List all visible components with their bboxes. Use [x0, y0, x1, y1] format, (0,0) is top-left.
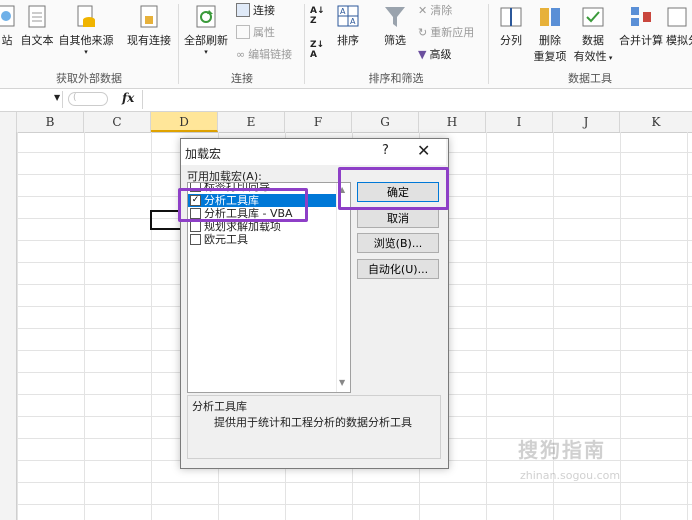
from-web-button[interactable]: 站	[0, 4, 20, 48]
highlight-ok-button	[338, 167, 449, 210]
database-icon	[77, 5, 95, 27]
list-item[interactable]: 欧元工具	[188, 233, 336, 246]
remove-duplicates-button[interactable]: 删除 重复项	[532, 4, 568, 64]
description-text: 提供用于统计和工程分析的数据分析工具	[214, 416, 412, 429]
select-all-corner[interactable]	[0, 112, 17, 132]
consolidate-icon	[631, 7, 651, 26]
svg-text:A: A	[350, 17, 356, 26]
data-validation-button[interactable]: 数据 有效性 ▾	[572, 4, 614, 64]
reapply-icon: ↻	[418, 25, 428, 39]
text-to-columns-button[interactable]: 分列	[494, 4, 528, 48]
ribbon: 站 自文本 自其他来源 ▾ 现有连接 获取外部数据 全部刷新 ▾ 连接 属性 ∞…	[0, 0, 692, 89]
cancel-button[interactable]: 取消	[357, 208, 439, 228]
text-file-icon	[28, 5, 46, 28]
sort-az-button[interactable]: A↓ Z	[310, 6, 325, 26]
sort-button[interactable]: AA 排序	[334, 4, 362, 48]
clear-filter-icon: ✕	[418, 3, 428, 17]
name-box-dropdown-icon[interactable]: ▼	[54, 93, 60, 102]
column-header-c[interactable]: C	[84, 112, 151, 132]
column-header-f[interactable]: F	[285, 112, 352, 132]
row-header-column	[0, 132, 17, 520]
formula-bar-handle[interactable]: (	[68, 92, 108, 106]
watermark-logo-text: 搜狗指南	[518, 438, 606, 462]
what-if-icon	[667, 7, 687, 27]
column-header-d[interactable]: D	[151, 112, 218, 132]
dialog-title: 加载宏	[185, 147, 222, 161]
connections-file-icon	[140, 5, 158, 28]
reapply-button[interactable]: ↻ 重新应用	[418, 24, 474, 40]
column-header-e[interactable]: E	[218, 112, 285, 132]
web-icon	[0, 5, 15, 27]
link-icon: ∞	[236, 47, 246, 61]
existing-connections-button[interactable]: 现有连接	[124, 4, 174, 48]
column-header-h[interactable]: H	[419, 112, 486, 132]
checkbox[interactable]	[190, 221, 201, 232]
group-label-sort-filter: 排序和筛选	[368, 72, 424, 85]
column-header-b[interactable]: B	[17, 112, 84, 132]
automation-button[interactable]: 自动化(U)...	[357, 259, 439, 279]
dropdown-arrow-icon: ▾	[606, 54, 613, 62]
column-header-j[interactable]: J	[553, 112, 620, 132]
data-validation-icon	[582, 7, 604, 27]
sort-dialog-icon: AA	[337, 5, 359, 27]
refresh-all-button[interactable]: 全部刷新 ▾	[182, 4, 230, 56]
from-text-button[interactable]: 自文本	[20, 4, 54, 48]
insert-function-icon[interactable]: fx	[122, 91, 134, 105]
group-label-data-tools: 数据工具	[568, 72, 612, 85]
sort-za-button[interactable]: Z↓ A	[310, 40, 324, 60]
group-label-get-external: 获取外部数据	[56, 72, 122, 85]
svg-text:A: A	[340, 7, 346, 16]
list-scrollbar[interactable]: ▲ ▼	[336, 183, 350, 392]
formula-input[interactable]	[142, 90, 692, 109]
clear-button[interactable]: ✕ 清除	[418, 2, 452, 18]
sort-descending-icon: Z↓ A	[310, 40, 325, 60]
advanced-filter-icon: ▼	[418, 47, 427, 61]
description-title: 分析工具库	[192, 400, 247, 413]
highlight-analysis-toolpak	[178, 188, 308, 222]
advanced-filter-button[interactable]: ▼ 高级	[418, 46, 451, 62]
column-header-k[interactable]: K	[620, 112, 692, 132]
sort-ascending-icon: A↓ Z	[310, 6, 325, 26]
close-icon[interactable]: ✕	[417, 141, 430, 160]
filter-funnel-icon	[385, 7, 405, 27]
edit-links-button[interactable]: ∞ 编辑链接	[236, 46, 292, 62]
formula-bar: ▼ ( fx	[0, 89, 692, 112]
column-header-row: B C D E F G H I J K	[0, 112, 692, 133]
properties-button[interactable]: 属性	[236, 24, 275, 40]
watermark-url: zhinan.sogou.com	[520, 469, 621, 482]
refresh-icon	[196, 5, 216, 28]
connections-icon	[236, 3, 250, 17]
dropdown-arrow-icon: ▾	[204, 48, 208, 56]
dialog-title-bar[interactable]: 加载宏 ? ✕	[181, 139, 446, 165]
scroll-down-icon[interactable]: ▼	[339, 378, 345, 387]
remove-duplicates-icon	[540, 8, 560, 26]
group-separator	[488, 4, 489, 84]
column-header-i[interactable]: I	[486, 112, 553, 132]
group-separator	[178, 4, 179, 84]
checkbox[interactable]	[190, 234, 201, 245]
split-columns-icon	[500, 7, 522, 27]
watermark: 搜狗指南 zhinan.sogou.com	[518, 434, 620, 482]
dropdown-arrow-icon: ▾	[84, 48, 88, 56]
group-separator	[304, 4, 305, 84]
consolidate-button[interactable]: 合并计算	[618, 4, 664, 48]
filter-button[interactable]: 筛选	[378, 4, 412, 48]
group-label-connections: 连接	[231, 72, 253, 85]
column-header-g[interactable]: G	[352, 112, 419, 132]
what-if-analysis-button[interactable]: 模拟分	[666, 4, 692, 48]
browse-button[interactable]: 浏览(B)...	[357, 233, 439, 253]
properties-icon	[236, 25, 250, 39]
help-icon[interactable]: ?	[382, 143, 389, 158]
from-other-sources-button[interactable]: 自其他来源 ▾	[56, 4, 116, 56]
connections-button[interactable]: 连接	[236, 2, 275, 18]
description-box: 分析工具库 提供用于统计和工程分析的数据分析工具	[187, 395, 441, 459]
